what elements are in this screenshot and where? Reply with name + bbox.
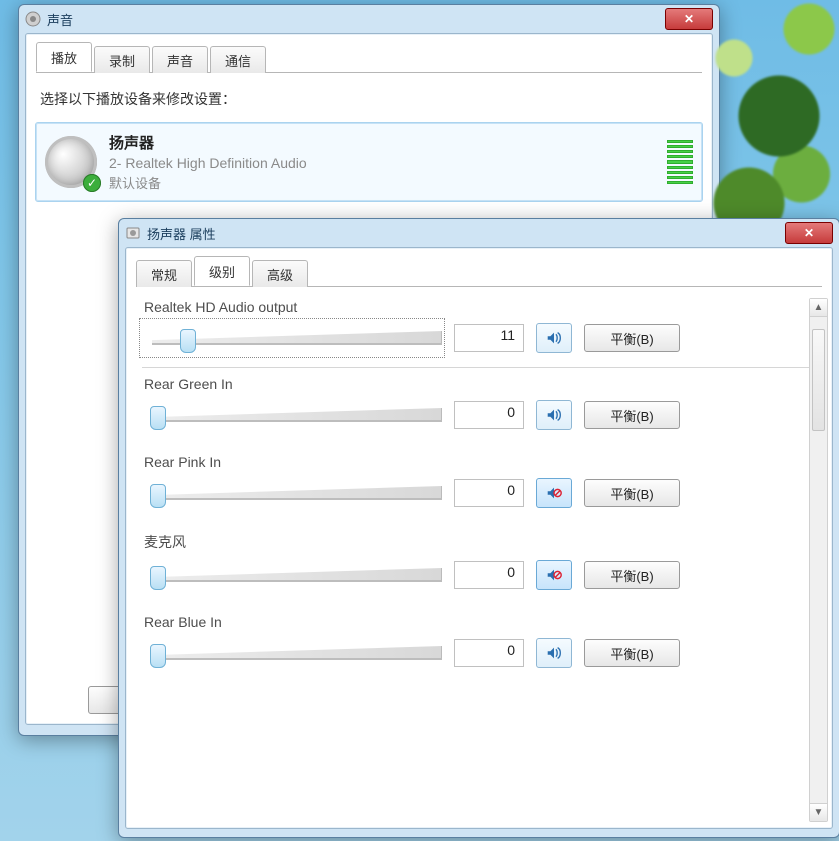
slider-thumb[interactable]	[150, 644, 166, 668]
main-output-balance-button[interactable]: 平衡(B)	[584, 324, 680, 352]
speaker-app-icon	[25, 11, 41, 27]
channel-value[interactable]: 0	[454, 639, 524, 667]
tab-playback[interactable]: 播放	[36, 42, 92, 72]
channel-row: 0 平衡(B)	[142, 398, 816, 432]
balance-label: 平衡(B)	[610, 406, 653, 425]
props-window-body: 常规 级别 高级 Realtek HD Audio output 11	[125, 247, 833, 829]
channel-slider[interactable]	[142, 476, 442, 510]
channel-label: 麦克风	[144, 532, 816, 552]
scroll-up-button[interactable]: ▲	[810, 299, 827, 317]
channel-mute-button[interactable]	[536, 400, 572, 430]
balance-label: 平衡(B)	[610, 329, 653, 348]
props-close-button[interactable]: ✕	[785, 222, 833, 244]
slider-rail	[152, 658, 442, 660]
balance-label: 平衡(B)	[610, 566, 653, 585]
speaker-on-icon	[545, 406, 563, 424]
channel-balance-button[interactable]: 平衡(B)	[584, 401, 680, 429]
balance-label: 平衡(B)	[610, 644, 653, 663]
slider-thumb[interactable]	[150, 484, 166, 508]
sound-close-button[interactable]: ✕	[665, 8, 713, 30]
slider-thumb[interactable]	[180, 329, 196, 353]
channel-0: Rear Green In 0 平衡(B)	[142, 376, 816, 432]
channel-row: 0 平衡(B)	[142, 636, 816, 670]
channel-slider[interactable]	[142, 636, 442, 670]
device-default-label: 默认设备	[109, 173, 659, 192]
channel-2: 麦克风 0 平衡(B)	[142, 532, 816, 592]
channel-mute-button[interactable]	[536, 560, 572, 590]
main-output-section: Realtek HD Audio output 11	[142, 299, 816, 355]
speaker-properties-window: 扬声器 属性 ✕ 常规 级别 高级 Realtek HD Audio outpu…	[118, 218, 839, 838]
tab-general[interactable]: 常规	[136, 260, 192, 287]
level-meter-icon	[667, 140, 693, 184]
channel-label: Rear Green In	[144, 376, 816, 392]
main-output-row: 11 平衡(B)	[142, 321, 816, 355]
slider-rail	[152, 580, 442, 582]
props-tabstrip: 常规 级别 高级	[136, 258, 822, 287]
channels-list: Rear Green In 0 平衡(B) Rear Pink In	[136, 376, 822, 670]
speaker-muted-icon	[545, 484, 563, 502]
scroll-down-button[interactable]: ▼	[810, 803, 827, 821]
playback-instruction: 选择以下播放设备来修改设置：	[40, 89, 698, 109]
default-check-icon: ✓	[83, 174, 101, 192]
channel-label: Rear Blue In	[144, 614, 816, 630]
channel-mute-button[interactable]	[536, 478, 572, 508]
channel-label: Rear Pink In	[144, 454, 816, 470]
slider-thumb[interactable]	[150, 566, 166, 590]
tab-communications[interactable]: 通信	[210, 46, 266, 73]
channel-balance-button[interactable]: 平衡(B)	[584, 561, 680, 589]
props-titlebar[interactable]: 扬声器 属性 ✕	[119, 219, 839, 247]
speaker-small-icon	[125, 225, 141, 241]
playback-device-row[interactable]: ✓ 扬声器 2- Realtek High Definition Audio 默…	[36, 123, 702, 201]
channel-3: Rear Blue In 0 平衡(B)	[142, 614, 816, 670]
tab-recording[interactable]: 录制	[94, 46, 150, 73]
sound-tabstrip: 播放 录制 声音 通信	[36, 44, 702, 73]
sound-titlebar[interactable]: 声音 ✕	[19, 5, 719, 33]
channel-1: Rear Pink In 0 平衡(B)	[142, 454, 816, 510]
main-output-slider[interactable]	[142, 321, 442, 355]
tab-levels[interactable]: 级别	[194, 256, 250, 286]
tab-sounds[interactable]: 声音	[152, 46, 208, 73]
close-icon: ✕	[804, 226, 814, 240]
desktop-background: 声音 ✕ 播放 录制 声音 通信 选择以下播放设备来修改设置： ✓ 扬声器 2	[0, 0, 839, 841]
channel-balance-button[interactable]: 平衡(B)	[584, 479, 680, 507]
device-icon-wrap: ✓	[45, 136, 97, 188]
channel-value[interactable]: 0	[454, 479, 524, 507]
channel-value[interactable]: 0	[454, 401, 524, 429]
tab-advanced[interactable]: 高级	[252, 260, 308, 287]
device-driver: 2- Realtek High Definition Audio	[109, 155, 659, 171]
close-icon: ✕	[684, 12, 694, 26]
channel-slider[interactable]	[142, 558, 442, 592]
main-output-value[interactable]: 11	[454, 324, 524, 352]
channel-value[interactable]: 0	[454, 561, 524, 589]
scroll-thumb[interactable]	[812, 329, 825, 431]
channel-slider[interactable]	[142, 398, 442, 432]
balance-label: 平衡(B)	[610, 484, 653, 503]
main-output-mute-button[interactable]	[536, 323, 572, 353]
slider-rail	[152, 498, 442, 500]
levels-scrollbar[interactable]: ▲ ▼	[809, 298, 828, 822]
main-output-label: Realtek HD Audio output	[144, 299, 816, 315]
device-text: 扬声器 2- Realtek High Definition Audio 默认设…	[109, 132, 659, 192]
slider-rail	[152, 420, 442, 422]
device-name: 扬声器	[109, 132, 659, 153]
speaker-muted-icon	[545, 566, 563, 584]
speaker-on-icon	[545, 329, 563, 347]
slider-thumb[interactable]	[150, 406, 166, 430]
channel-row: 0 平衡(B)	[142, 558, 816, 592]
props-window-title: 扬声器 属性	[147, 224, 785, 243]
channel-mute-button[interactable]	[536, 638, 572, 668]
sound-window-title: 声音	[47, 10, 665, 29]
section-divider	[142, 367, 816, 368]
channel-balance-button[interactable]: 平衡(B)	[584, 639, 680, 667]
speaker-on-icon	[545, 644, 563, 662]
channel-row: 0 平衡(B)	[142, 476, 816, 510]
